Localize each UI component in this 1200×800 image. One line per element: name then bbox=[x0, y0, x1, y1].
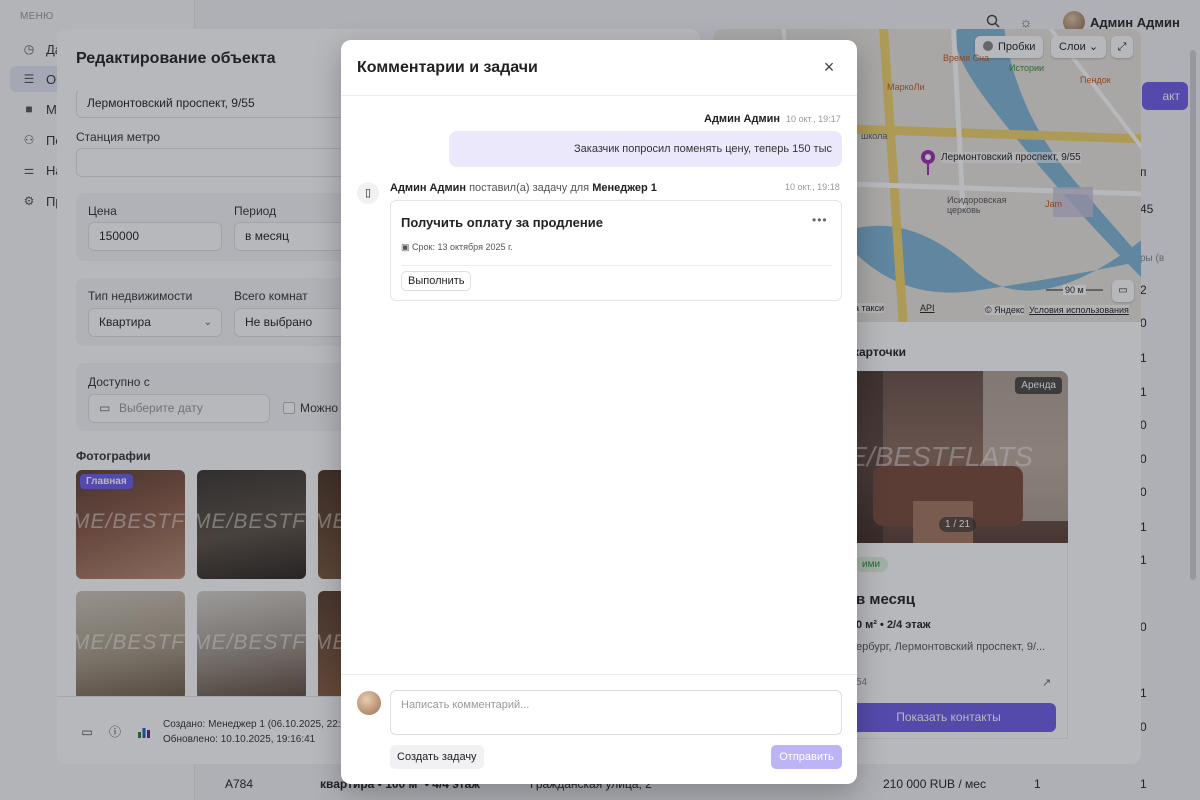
close-icon[interactable]: × bbox=[821, 58, 837, 76]
complete-task-button[interactable]: Выполнить bbox=[401, 271, 472, 291]
task-title: Получить оплату за продление bbox=[401, 215, 603, 230]
clipboard-icon: ▯ bbox=[357, 182, 379, 204]
comment-input[interactable]: Написать комментарий... bbox=[390, 690, 842, 735]
divider bbox=[341, 95, 857, 96]
task-card: Получить оплату за продление ••• ▣ Срок:… bbox=[390, 200, 842, 301]
task-due-text: Срок: 13 октября 2025 г. bbox=[412, 242, 513, 252]
create-task-button[interactable]: Создать задачу bbox=[390, 745, 484, 769]
divider bbox=[401, 265, 832, 266]
avatar bbox=[357, 691, 381, 715]
modal-title: Комментарии и задачи bbox=[357, 59, 538, 76]
task-time: 10 окт., 19:18 bbox=[785, 182, 840, 192]
task-author: Админ Админ bbox=[390, 182, 466, 194]
task-action: поставил(а) задачу для bbox=[469, 182, 590, 194]
briefcase-icon: ▣ bbox=[401, 242, 410, 252]
divider bbox=[341, 674, 857, 675]
more-options-icon[interactable]: ••• bbox=[812, 213, 828, 227]
comment-bubble: Заказчик попросил поменять цену, теперь … bbox=[449, 131, 842, 167]
comments-modal: Комментарии и задачи × Админ Админ 10 ок… bbox=[341, 40, 857, 784]
task-assignee: Менеджер 1 bbox=[592, 182, 657, 194]
comment-time: 10 окт., 19:17 bbox=[786, 114, 841, 124]
send-button[interactable]: Отправить bbox=[771, 745, 842, 769]
task-due: ▣ Срок: 13 октября 2025 г. bbox=[401, 242, 513, 253]
task-header: Админ Админ поставил(а) задачу для Менед… bbox=[390, 182, 657, 194]
comment-author: Админ Админ bbox=[704, 113, 780, 125]
